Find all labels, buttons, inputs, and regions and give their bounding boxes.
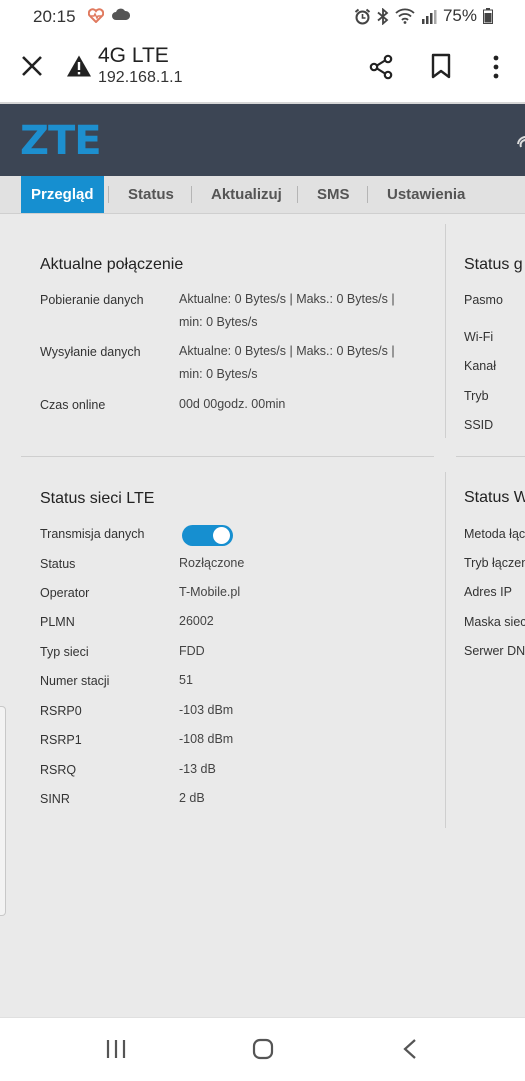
browser-toolbar: 4G LTE 192.168.1.1 [0, 32, 525, 104]
label-operator: Operator [40, 586, 90, 600]
main-content: Aktualne połączenie Pobieranie danych Ak… [0, 214, 525, 1017]
section-title-wan-status: Status W [464, 489, 525, 506]
cloud-icon [112, 8, 130, 20]
label-station-number: Numer stacji [40, 674, 110, 688]
label-rsrq: RSRQ [40, 763, 77, 777]
value-operator: T-Mobile.pl [179, 585, 241, 599]
recent-apps-icon[interactable] [106, 1038, 126, 1060]
nav-ustawienia[interactable]: Ustawienia [387, 176, 465, 213]
warning-icon[interactable] [66, 54, 92, 78]
value-rsrp0: -103 dBm [179, 703, 234, 717]
share-icon[interactable] [368, 54, 394, 80]
label-plmn: PLMN [40, 615, 75, 629]
wifi-indicator-icon [517, 136, 525, 148]
value-rsrp1: -108 dBm [179, 732, 234, 746]
heart-icon [88, 8, 104, 23]
signal-icon [421, 9, 437, 24]
edge-panel-handle[interactable] [0, 706, 6, 916]
label-download: Pobieranie danych [40, 293, 144, 307]
section-title-wifi-status: Status g [464, 256, 523, 273]
nav-przeglad[interactable]: Przegląd [21, 176, 104, 213]
label-connection-method: Metoda łąc [464, 527, 525, 541]
router-nav: Przegląd Status Aktualizuj SMS Ustawieni… [0, 176, 525, 214]
label-ssid: SSID [464, 418, 494, 432]
close-icon[interactable] [20, 54, 44, 78]
value-sinr: 2 dB [179, 791, 205, 805]
data-transmission-toggle[interactable] [182, 525, 233, 546]
address-bar[interactable]: 4G LTE 192.168.1.1 [98, 44, 183, 87]
value-rsrq: -13 dB [179, 762, 216, 776]
zte-logo: ZTE [20, 118, 102, 164]
battery-icon [483, 8, 493, 24]
nav-status[interactable]: Status [128, 176, 174, 213]
label-dns-server: Serwer DN [464, 644, 525, 658]
value-station-number: 51 [179, 673, 193, 687]
nav-sms[interactable]: SMS [317, 176, 350, 213]
alarm-icon [354, 8, 371, 24]
label-mode: Tryb [464, 389, 489, 403]
value-online-time: 00d 00godz. 00min [179, 397, 286, 411]
label-online-time: Czas online [40, 398, 106, 412]
label-wifi: Wi-Fi [464, 330, 494, 344]
label-sinr: SINR [40, 792, 70, 806]
bookmark-icon[interactable] [430, 53, 452, 79]
bluetooth-icon [377, 7, 389, 25]
label-network-type: Typ sieci [40, 645, 89, 659]
label-connection-mode: Tryb łączen [464, 556, 525, 570]
value-upload: Aktualne: 0 Bytes/s | Maks.: 0 Bytes/s |… [179, 344, 395, 381]
label-data-transmission: Transmisja danych [40, 527, 145, 541]
label-upload: Wysyłanie danych [40, 345, 141, 359]
value-download: Aktualne: 0 Bytes/s | Maks.: 0 Bytes/s |… [179, 292, 395, 329]
page-url: 192.168.1.1 [98, 69, 183, 86]
system-nav-bar [0, 1017, 525, 1081]
label-channel: Kanał [464, 359, 496, 373]
wifi-status-icon [395, 8, 415, 24]
label-rsrp1: RSRP1 [40, 733, 82, 747]
battery-percent: 75% [442, 6, 477, 25]
section-title-connection: Aktualne połączenie [40, 256, 184, 273]
home-icon[interactable] [252, 1038, 274, 1060]
section-title-lte: Status sieci LTE [40, 490, 155, 507]
status-bar: 20:15 75% [0, 0, 525, 32]
page-title: 4G LTE [98, 44, 169, 67]
more-options-icon[interactable] [489, 54, 503, 80]
back-icon[interactable] [402, 1038, 418, 1060]
label-subnet-mask: Maska siec [464, 615, 525, 629]
label-band: Pasmo [464, 293, 503, 307]
router-header: ZTE [0, 104, 525, 176]
value-plmn: 26002 [179, 614, 214, 628]
clock: 20:15 [33, 7, 76, 26]
nav-aktualizuj[interactable]: Aktualizuj [211, 176, 282, 213]
value-status: Rozłączone [179, 556, 245, 570]
value-network-type: FDD [179, 644, 205, 658]
label-status: Status [40, 557, 76, 571]
label-rsrp0: RSRP0 [40, 704, 82, 718]
label-ip-address: Adres IP [464, 585, 512, 599]
